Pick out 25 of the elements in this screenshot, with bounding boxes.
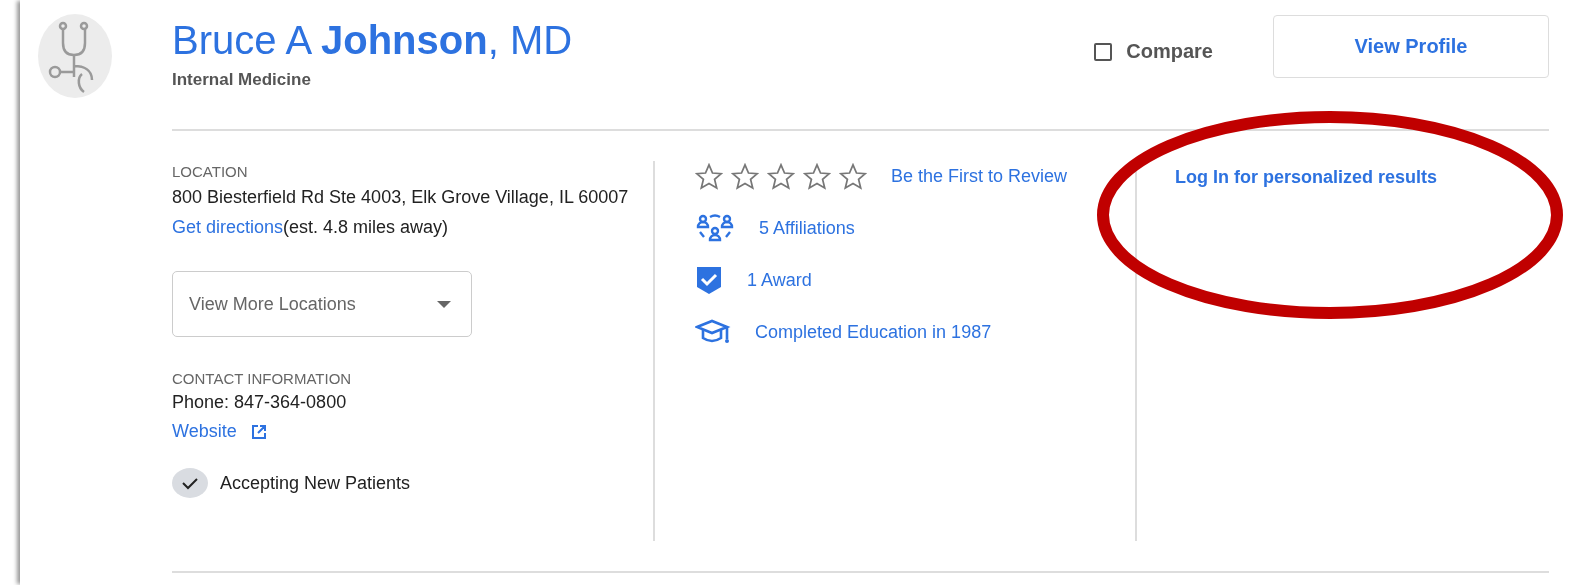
website-link[interactable]: Website — [172, 421, 237, 442]
provider-name[interactable]: Bruce A Johnson, MD — [172, 16, 1095, 64]
shield-check-icon — [695, 265, 723, 295]
compare-label[interactable]: Compare — [1126, 40, 1213, 63]
review-link[interactable]: Be the First to Review — [891, 165, 1068, 187]
highlight-link[interactable]: Completed Education in 1987 — [755, 321, 992, 343]
more-locations-dropdown[interactable]: View More Locations — [172, 271, 472, 337]
distance: (est. 4.8 miles away) — [283, 217, 449, 237]
people-network-icon — [695, 213, 735, 243]
view-profile-button[interactable]: View Profile — [1273, 15, 1549, 78]
graduation-cap-icon — [695, 319, 731, 345]
specialty: Internal Medicine — [172, 70, 312, 90]
stethoscope-avatar-icon — [38, 14, 112, 98]
caret-icon — [437, 300, 451, 308]
highlight-link[interactable]: 5 Affiliations — [759, 217, 855, 239]
directions-link[interactable]: Get directions — [172, 217, 284, 237]
accepting-label: Accepting New Patients — [220, 472, 411, 494]
external-link-icon — [250, 423, 267, 440]
location-heading: LOCATION — [172, 163, 249, 180]
address: 800 Biesterfield Rd Ste 4003, Elk Grove Village, IL 60007 — [172, 186, 630, 209]
compare-checkbox[interactable] — [1094, 42, 1113, 61]
phone: Phone: 847-364-0800 — [172, 391, 348, 414]
login-link[interactable]: Log In for personalized results — [1175, 167, 1438, 187]
contact-heading: CONTACT INFORMATION — [172, 370, 353, 387]
highlight-link[interactable]: 1 Award — [747, 269, 812, 291]
